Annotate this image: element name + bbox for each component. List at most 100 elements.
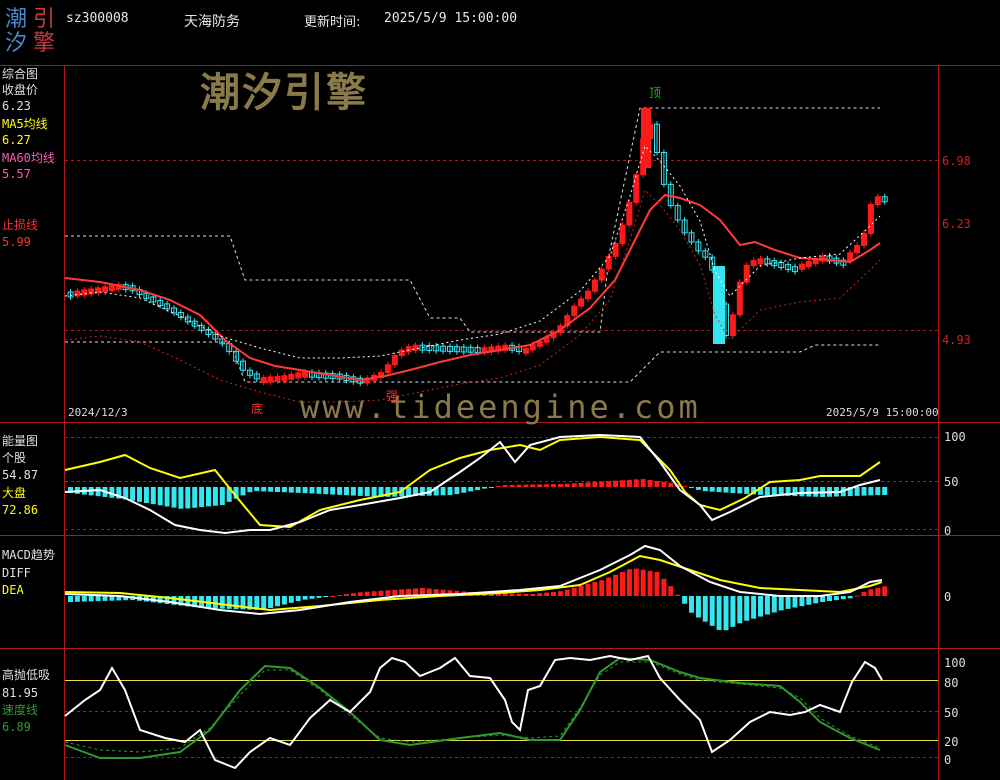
- macd-bar: [81, 596, 87, 602]
- macd-bar: [530, 593, 536, 596]
- energy-bar: [337, 487, 343, 495]
- macd-bar: [212, 596, 218, 609]
- candle-body: [805, 260, 812, 267]
- energy-bar: [564, 483, 570, 487]
- macd-bar: [350, 593, 356, 596]
- candle-body: [288, 373, 295, 380]
- macd-bar: [571, 587, 577, 596]
- macd-bar: [378, 590, 384, 596]
- energy-bar: [288, 487, 294, 493]
- energy-bar: [668, 482, 674, 487]
- candle-body: [384, 364, 391, 374]
- macd-bar: [578, 585, 584, 596]
- macd-bar: [875, 587, 881, 596]
- energy-bar: [137, 487, 142, 502]
- macd-bar: [806, 596, 812, 605]
- energy-bar: [212, 487, 218, 506]
- energy-bar: [206, 487, 211, 507]
- macd-bar: [585, 583, 591, 596]
- macd-bar: [371, 591, 377, 596]
- candle-body: [529, 344, 536, 351]
- stop-loss-label: 止损线: [2, 218, 39, 232]
- energy-bar: [557, 484, 563, 487]
- energy-bar: [440, 487, 446, 496]
- macd-zero-label: 0: [944, 590, 952, 604]
- candle-body: [757, 258, 764, 265]
- candle-body: [591, 279, 598, 292]
- macd-bar: [633, 568, 639, 596]
- candle-body: [405, 346, 412, 353]
- macd-bar: [509, 593, 515, 596]
- price-scale-label: 4.93: [942, 333, 971, 347]
- macd-bar: [592, 582, 598, 596]
- energy-bar: [792, 487, 798, 497]
- candle-body: [281, 375, 288, 382]
- macd-bar: [219, 596, 225, 609]
- ma60-value: 5.57: [2, 167, 31, 181]
- macd-bar: [626, 569, 632, 596]
- energy-scale-label: 100: [944, 430, 966, 444]
- energy-bar: [350, 487, 356, 496]
- macd-bar: [102, 596, 108, 601]
- top-marker: 顶: [649, 86, 662, 100]
- energy-bar: [364, 487, 370, 497]
- macd-bar: [68, 596, 73, 602]
- energy-bar: [799, 487, 805, 497]
- osc-grid: [65, 680, 938, 758]
- energy-bar: [578, 482, 584, 487]
- macd-bar: [840, 596, 846, 600]
- macd-bar: [799, 596, 805, 607]
- osc-scale-label: 100: [944, 656, 966, 670]
- energy-bar: [695, 487, 701, 490]
- main-panel-title: 综合图: [2, 67, 39, 81]
- macd-bar: [764, 596, 770, 615]
- energy-bar: [882, 487, 888, 495]
- energy-bar: [330, 487, 336, 495]
- energy-bar: [130, 487, 136, 501]
- macd-bar: [551, 591, 556, 596]
- macd-bar: [758, 596, 763, 617]
- candle-body: [267, 376, 274, 383]
- energy-bar: [716, 487, 722, 493]
- energy-bar: [281, 487, 287, 493]
- energy-bar: [219, 487, 225, 506]
- macd-bar: [385, 590, 391, 596]
- macd-bar: [813, 596, 819, 604]
- energy-bar: [192, 487, 198, 508]
- bottom-marker: 底: [251, 402, 264, 416]
- energy-bar: [185, 487, 191, 509]
- macd-bar: [323, 596, 329, 597]
- stock-energy-line: [64, 433, 881, 535]
- energy-bar: [709, 487, 715, 492]
- macd-bar: [620, 572, 625, 596]
- osc-scale-label: 50: [944, 706, 959, 720]
- macd-bar: [640, 569, 646, 596]
- macd-bar: [820, 596, 826, 602]
- osc-value: 81.95: [2, 686, 39, 700]
- energy-bar: [178, 487, 184, 509]
- macd-bar: [744, 596, 750, 621]
- macd-bar: [689, 596, 694, 613]
- energy-bar: [295, 487, 301, 493]
- macd-bar: [702, 596, 708, 622]
- candle-body: [736, 281, 743, 316]
- macd-bar: [330, 595, 336, 597]
- energy-bar: [268, 487, 274, 492]
- energy-bar: [613, 480, 619, 487]
- macd-bar: [95, 596, 101, 602]
- long-ma-line: [64, 189, 881, 403]
- energy-bar: [551, 484, 556, 487]
- energy-stock-label: 个股: [2, 451, 27, 465]
- energy-bar: [620, 480, 625, 487]
- macd-bar: [537, 593, 543, 596]
- energy-bar: [606, 481, 612, 487]
- osc-panel-title: 高抛低吸: [2, 668, 51, 682]
- energy-bar: [571, 483, 577, 487]
- osc-scale-label: 20: [944, 735, 959, 749]
- ma5-value: 6.27: [2, 133, 31, 147]
- energy-bar: [254, 487, 260, 492]
- macd-bar: [675, 594, 681, 596]
- macd-bar: [357, 592, 363, 596]
- candle-body: [302, 371, 309, 378]
- macd-bar: [730, 596, 736, 627]
